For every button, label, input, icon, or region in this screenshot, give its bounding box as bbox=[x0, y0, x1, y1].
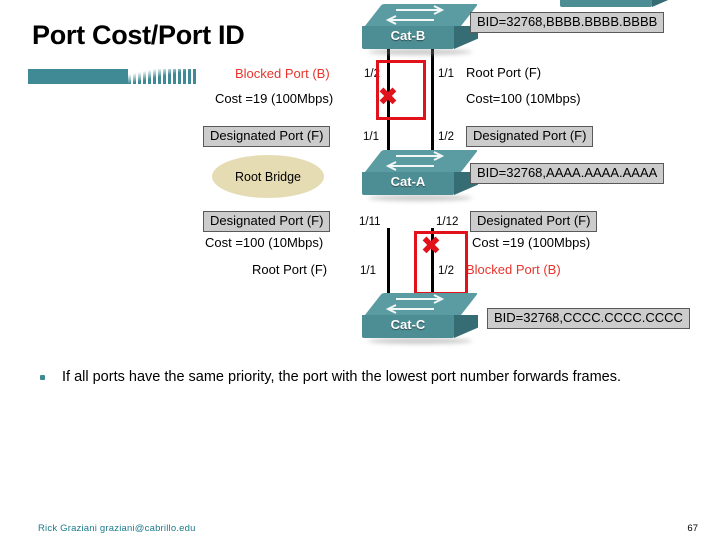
bullet-list: If all ports have the same priority, the… bbox=[34, 366, 694, 388]
bid-label-cat-b: BID=32768,BBBB.BBBB.BBBB bbox=[470, 12, 665, 33]
switch-cat-b: Cat-B bbox=[361, 4, 480, 58]
footer-credit: Rick Graziani graziani@cabrillo.edu bbox=[38, 523, 196, 534]
cat-a-lower-left-role: Designated Port (F) bbox=[203, 211, 331, 232]
cat-a-upper-left-port: 1/1 bbox=[363, 131, 379, 143]
cat-a-lower-left-port: 1/11 bbox=[359, 216, 381, 228]
cat-a-upper-left-role: Designated Port (F) bbox=[203, 126, 331, 147]
cat-a-upper-right-port: 1/2 bbox=[438, 131, 454, 143]
root-bridge-callout: Root Bridge bbox=[212, 155, 324, 198]
switch-front-face bbox=[560, 0, 652, 7]
switch-side-face bbox=[454, 315, 478, 338]
switch-arrows-icon bbox=[374, 151, 468, 175]
switch-shadow bbox=[368, 195, 472, 201]
switch-arrows-icon bbox=[374, 294, 468, 318]
switch-arrows-icon bbox=[374, 5, 468, 29]
bullet-item-text: If all ports have the same priority, the… bbox=[62, 369, 622, 385]
bid-label-cat-c: BID=32768,CCCC.CCCC.CCCC bbox=[487, 308, 690, 329]
cat-c-left-port-role: Root Port (F) bbox=[252, 262, 328, 277]
switch-cat-c: Cat-C bbox=[361, 293, 480, 347]
switch-shadow bbox=[368, 338, 472, 344]
bullet-marker-icon bbox=[40, 375, 45, 380]
cat-b-right-port-number: 1/1 bbox=[438, 68, 454, 80]
cat-c-right-port-role: Blocked Port (B) bbox=[466, 262, 561, 277]
bid-label-cat-a: BID=32768,AAAA.AAAA.AAAA bbox=[470, 163, 665, 184]
switch-label-cat-b: Cat-B bbox=[390, 28, 426, 43]
cat-a-lower-right-role: Designated Port (F) bbox=[470, 211, 598, 232]
switch-label-cat-c: Cat-C bbox=[390, 317, 426, 332]
cat-c-right-cost: Cost =19 (100Mbps) bbox=[472, 235, 591, 250]
cat-c-left-cost: Cost =100 (10Mbps) bbox=[205, 235, 324, 250]
switch-cat-a: Cat-A bbox=[361, 150, 480, 204]
cat-a-upper-right-role: Designated Port (F) bbox=[466, 126, 594, 147]
cat-b-right-cost: Cost=100 (10Mbps) bbox=[466, 91, 581, 106]
switch-label-cat-a: Cat-A bbox=[390, 174, 426, 189]
blocked-port-x-icon-upper: ✖ bbox=[377, 82, 399, 111]
blocked-port-x-icon-lower: ✖ bbox=[420, 231, 442, 260]
cat-b-left-port-role: Blocked Port (B) bbox=[235, 66, 330, 81]
cat-b-left-cost: Cost =19 (100Mbps) bbox=[215, 91, 334, 106]
spanning-tree-diagram: Cat-B BID=32768,BBBB.BBBB.BBBB Blocked P… bbox=[0, 0, 720, 355]
cat-c-left-port-number: 1/1 bbox=[360, 265, 376, 277]
switch-side-face bbox=[652, 0, 676, 7]
switch-shadow bbox=[368, 49, 472, 55]
cat-b-right-port-role: Root Port (F) bbox=[466, 65, 542, 80]
footer-page-number: 67 bbox=[687, 523, 698, 534]
cat-a-lower-right-port: 1/12 bbox=[436, 216, 459, 228]
